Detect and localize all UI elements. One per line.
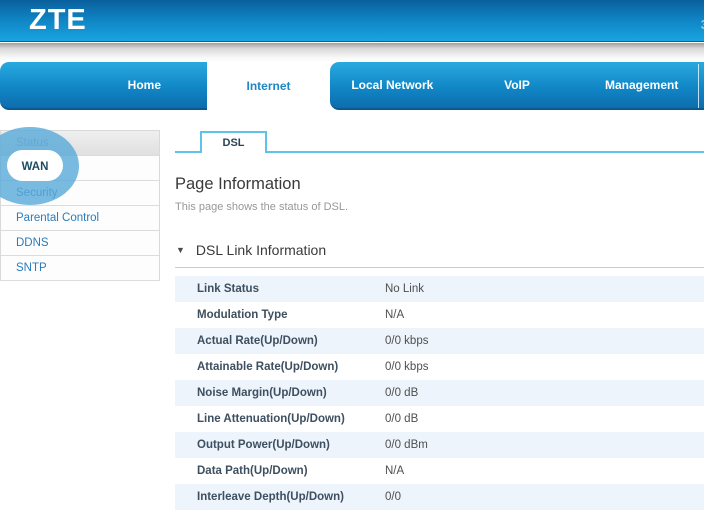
row-label: Noise Margin(Up/Down) xyxy=(197,387,327,399)
row-label: Modulation Type xyxy=(197,309,288,321)
row-value: 0/0 dB xyxy=(385,387,418,399)
zte-logo: ZTE xyxy=(29,4,87,37)
table-row: Actual Rate(Up/Down) 0/0 kbps xyxy=(175,328,704,354)
sidebar-item-status[interactable]: Status xyxy=(1,131,159,156)
nav-tab-management[interactable]: Management xyxy=(579,78,704,92)
row-value: 0/0 kbps xyxy=(385,335,428,347)
nav-tab-home-label: Home xyxy=(128,78,161,92)
sidebar-item-ddns[interactable]: DDNS xyxy=(1,231,159,256)
collapse-triangle-icon: ▼ xyxy=(176,245,185,255)
row-label: Link Status xyxy=(197,283,259,295)
row-label: Output Power(Up/Down) xyxy=(197,439,330,451)
sidebar-item-wan[interactable]: WAN xyxy=(1,156,159,181)
nav-tab-home[interactable]: Home xyxy=(0,62,207,110)
table-row: Line Attenuation(Up/Down) 0/0 dB xyxy=(175,406,704,432)
page-description: This page shows the status of DSL. xyxy=(175,201,348,213)
table-row: Data Path(Up/Down) N/A xyxy=(175,458,704,484)
table-row: Link Status No Link xyxy=(175,276,704,302)
table-row: Interleave Depth(Up/Down) 0/0 xyxy=(175,484,704,510)
main-nav: Home Internet Local Network VoIP Managem… xyxy=(0,62,704,110)
dsl-link-info-table: Link Status No Link Modulation Type N/A … xyxy=(175,276,704,510)
page-title: Page Information xyxy=(175,175,301,194)
row-label: Attainable Rate(Up/Down) xyxy=(197,361,338,373)
row-label: Line Attenuation(Up/Down) xyxy=(197,413,345,425)
header-divider-band xyxy=(0,43,704,62)
nav-group-right: Local Network VoIP Management xyxy=(330,62,704,110)
row-label: Data Path(Up/Down) xyxy=(197,465,308,477)
row-value: 0/0 dB xyxy=(385,413,418,425)
router-admin-page: ZTE 3 Home Internet Local Network VoIP M… xyxy=(0,0,704,514)
tab-dsl[interactable]: DSL xyxy=(200,131,267,153)
table-row: Modulation Type N/A xyxy=(175,302,704,328)
table-row: Noise Margin(Up/Down) 0/0 dB xyxy=(175,380,704,406)
section-title: DSL Link Information xyxy=(196,242,326,258)
table-row: Output Power(Up/Down) 0/0 dBm xyxy=(175,432,704,458)
nav-tab-internet[interactable]: Internet xyxy=(207,62,330,110)
row-value: No Link xyxy=(385,283,424,295)
row-label: Actual Rate(Up/Down) xyxy=(197,335,318,347)
nav-tab-local-network[interactable]: Local Network xyxy=(330,78,455,92)
section-header-dsl-link-information[interactable]: ▼ DSL Link Information xyxy=(176,242,326,258)
row-value: N/A xyxy=(385,465,404,477)
nav-tab-voip[interactable]: VoIP xyxy=(455,78,580,92)
tab-dsl-label: DSL xyxy=(223,137,245,149)
sidebar-item-sntp[interactable]: SNTP xyxy=(1,256,159,281)
nav-tab-internet-label: Internet xyxy=(246,79,290,93)
table-row: Attainable Rate(Up/Down) 0/0 kbps xyxy=(175,354,704,380)
sidebar-item-parental-control[interactable]: Parental Control xyxy=(1,206,159,231)
row-value: N/A xyxy=(385,309,404,321)
row-value: 0/0 xyxy=(385,491,401,503)
nav-separator xyxy=(698,64,699,108)
row-value: 0/0 dBm xyxy=(385,439,428,451)
row-label: Interleave Depth(Up/Down) xyxy=(197,491,344,503)
brand-header: ZTE 3 xyxy=(0,0,704,42)
sidebar: Status WAN Security Parental Control DDN… xyxy=(0,130,160,281)
sidebar-item-security[interactable]: Security xyxy=(1,181,159,206)
row-value: 0/0 kbps xyxy=(385,361,428,373)
section-divider xyxy=(175,267,704,268)
